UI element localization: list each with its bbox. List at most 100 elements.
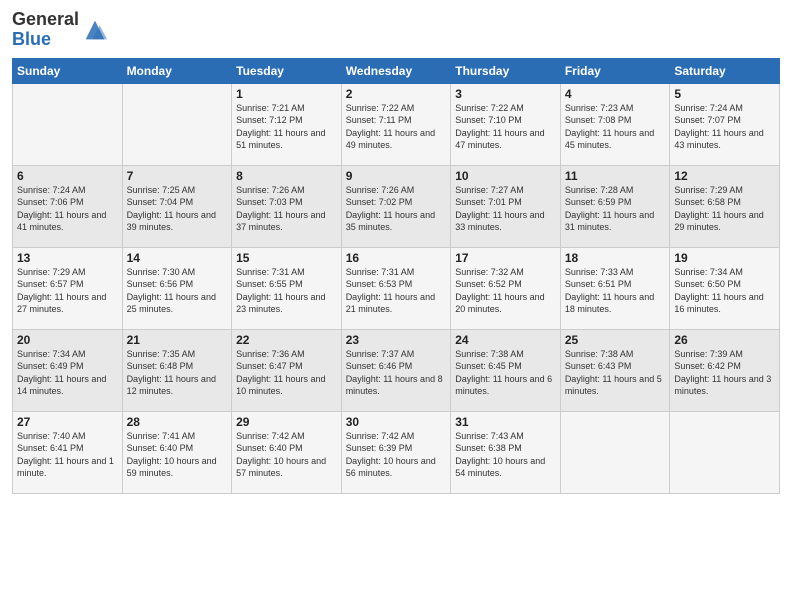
day-number: 16 [346,251,447,265]
day-info: Sunrise: 7:29 AMSunset: 6:57 PMDaylight:… [17,266,118,316]
calendar-table: SundayMondayTuesdayWednesdayThursdayFrid… [12,58,780,494]
day-info: Sunrise: 7:33 AMSunset: 6:51 PMDaylight:… [565,266,666,316]
day-header-wednesday: Wednesday [341,58,451,83]
calendar-cell: 30Sunrise: 7:42 AMSunset: 6:39 PMDayligh… [341,411,451,493]
day-number: 1 [236,87,337,101]
week-row-1: 1Sunrise: 7:21 AMSunset: 7:12 PMDaylight… [13,83,780,165]
logo-general: General [12,9,79,29]
day-number: 29 [236,415,337,429]
day-info: Sunrise: 7:38 AMSunset: 6:45 PMDaylight:… [455,348,556,398]
calendar-cell: 18Sunrise: 7:33 AMSunset: 6:51 PMDayligh… [560,247,670,329]
calendar-cell: 29Sunrise: 7:42 AMSunset: 6:40 PMDayligh… [232,411,342,493]
calendar-cell: 17Sunrise: 7:32 AMSunset: 6:52 PMDayligh… [451,247,561,329]
day-info: Sunrise: 7:27 AMSunset: 7:01 PMDaylight:… [455,184,556,234]
day-header-monday: Monday [122,58,232,83]
day-number: 3 [455,87,556,101]
day-info: Sunrise: 7:26 AMSunset: 7:03 PMDaylight:… [236,184,337,234]
day-number: 8 [236,169,337,183]
calendar-cell: 11Sunrise: 7:28 AMSunset: 6:59 PMDayligh… [560,165,670,247]
week-row-4: 20Sunrise: 7:34 AMSunset: 6:49 PMDayligh… [13,329,780,411]
calendar-cell: 21Sunrise: 7:35 AMSunset: 6:48 PMDayligh… [122,329,232,411]
calendar-cell: 28Sunrise: 7:41 AMSunset: 6:40 PMDayligh… [122,411,232,493]
day-number: 13 [17,251,118,265]
day-info: Sunrise: 7:43 AMSunset: 6:38 PMDaylight:… [455,430,556,480]
day-number: 17 [455,251,556,265]
calendar-cell: 16Sunrise: 7:31 AMSunset: 6:53 PMDayligh… [341,247,451,329]
calendar-cell: 14Sunrise: 7:30 AMSunset: 6:56 PMDayligh… [122,247,232,329]
day-number: 28 [127,415,228,429]
day-number: 31 [455,415,556,429]
week-row-2: 6Sunrise: 7:24 AMSunset: 7:06 PMDaylight… [13,165,780,247]
day-number: 9 [346,169,447,183]
logo: General Blue [12,10,109,50]
calendar-cell: 23Sunrise: 7:37 AMSunset: 6:46 PMDayligh… [341,329,451,411]
calendar-cell: 6Sunrise: 7:24 AMSunset: 7:06 PMDaylight… [13,165,123,247]
day-number: 18 [565,251,666,265]
calendar-cell: 31Sunrise: 7:43 AMSunset: 6:38 PMDayligh… [451,411,561,493]
day-info: Sunrise: 7:36 AMSunset: 6:47 PMDaylight:… [236,348,337,398]
day-number: 2 [346,87,447,101]
day-info: Sunrise: 7:28 AMSunset: 6:59 PMDaylight:… [565,184,666,234]
calendar-body: 1Sunrise: 7:21 AMSunset: 7:12 PMDaylight… [13,83,780,493]
main-container: General Blue SundayMondayTuesdayWednesda… [0,0,792,504]
day-number: 7 [127,169,228,183]
day-header-thursday: Thursday [451,58,561,83]
day-info: Sunrise: 7:42 AMSunset: 6:39 PMDaylight:… [346,430,447,480]
day-info: Sunrise: 7:24 AMSunset: 7:06 PMDaylight:… [17,184,118,234]
day-info: Sunrise: 7:31 AMSunset: 6:55 PMDaylight:… [236,266,337,316]
calendar-cell: 5Sunrise: 7:24 AMSunset: 7:07 PMDaylight… [670,83,780,165]
day-number: 15 [236,251,337,265]
logo-icon [81,16,109,44]
day-number: 12 [674,169,775,183]
day-number: 11 [565,169,666,183]
day-info: Sunrise: 7:32 AMSunset: 6:52 PMDaylight:… [455,266,556,316]
day-number: 23 [346,333,447,347]
calendar-cell: 10Sunrise: 7:27 AMSunset: 7:01 PMDayligh… [451,165,561,247]
day-number: 4 [565,87,666,101]
calendar-header-row: SundayMondayTuesdayWednesdayThursdayFrid… [13,58,780,83]
calendar-cell: 8Sunrise: 7:26 AMSunset: 7:03 PMDaylight… [232,165,342,247]
day-info: Sunrise: 7:37 AMSunset: 6:46 PMDaylight:… [346,348,447,398]
calendar-cell: 12Sunrise: 7:29 AMSunset: 6:58 PMDayligh… [670,165,780,247]
calendar-cell: 1Sunrise: 7:21 AMSunset: 7:12 PMDaylight… [232,83,342,165]
day-info: Sunrise: 7:25 AMSunset: 7:04 PMDaylight:… [127,184,228,234]
calendar-cell: 20Sunrise: 7:34 AMSunset: 6:49 PMDayligh… [13,329,123,411]
calendar-cell: 3Sunrise: 7:22 AMSunset: 7:10 PMDaylight… [451,83,561,165]
week-row-3: 13Sunrise: 7:29 AMSunset: 6:57 PMDayligh… [13,247,780,329]
calendar-cell: 24Sunrise: 7:38 AMSunset: 6:45 PMDayligh… [451,329,561,411]
day-number: 26 [674,333,775,347]
day-number: 10 [455,169,556,183]
day-number: 25 [565,333,666,347]
day-number: 5 [674,87,775,101]
day-header-tuesday: Tuesday [232,58,342,83]
calendar-cell: 13Sunrise: 7:29 AMSunset: 6:57 PMDayligh… [13,247,123,329]
day-info: Sunrise: 7:38 AMSunset: 6:43 PMDaylight:… [565,348,666,398]
day-number: 20 [17,333,118,347]
day-number: 6 [17,169,118,183]
week-row-5: 27Sunrise: 7:40 AMSunset: 6:41 PMDayligh… [13,411,780,493]
calendar-cell: 26Sunrise: 7:39 AMSunset: 6:42 PMDayligh… [670,329,780,411]
header: General Blue [12,10,780,50]
calendar-cell [13,83,123,165]
day-number: 19 [674,251,775,265]
day-header-friday: Friday [560,58,670,83]
calendar-cell: 25Sunrise: 7:38 AMSunset: 6:43 PMDayligh… [560,329,670,411]
calendar-cell: 9Sunrise: 7:26 AMSunset: 7:02 PMDaylight… [341,165,451,247]
day-number: 24 [455,333,556,347]
day-info: Sunrise: 7:21 AMSunset: 7:12 PMDaylight:… [236,102,337,152]
calendar-cell [670,411,780,493]
calendar-cell: 19Sunrise: 7:34 AMSunset: 6:50 PMDayligh… [670,247,780,329]
day-number: 14 [127,251,228,265]
calendar-cell: 2Sunrise: 7:22 AMSunset: 7:11 PMDaylight… [341,83,451,165]
logo-text: General Blue [12,10,79,50]
day-header-sunday: Sunday [13,58,123,83]
day-info: Sunrise: 7:42 AMSunset: 6:40 PMDaylight:… [236,430,337,480]
day-info: Sunrise: 7:35 AMSunset: 6:48 PMDaylight:… [127,348,228,398]
calendar-cell [560,411,670,493]
calendar-cell: 22Sunrise: 7:36 AMSunset: 6:47 PMDayligh… [232,329,342,411]
logo-blue: Blue [12,29,51,49]
day-info: Sunrise: 7:41 AMSunset: 6:40 PMDaylight:… [127,430,228,480]
day-info: Sunrise: 7:22 AMSunset: 7:11 PMDaylight:… [346,102,447,152]
day-number: 27 [17,415,118,429]
calendar-cell [122,83,232,165]
